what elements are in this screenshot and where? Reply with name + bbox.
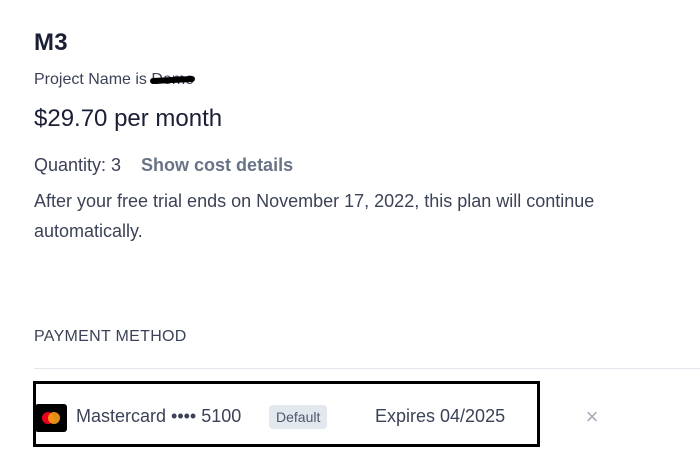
divider	[34, 368, 700, 369]
quantity-row: Quantity: 3 Show cost details	[34, 155, 293, 176]
card-label: Mastercard •••• 5100	[76, 406, 242, 426]
project-name-redacted: Demo	[151, 71, 195, 88]
payment-method-heading: PAYMENT METHOD	[34, 328, 187, 345]
plan-name: M3	[34, 29, 68, 56]
payment-method-row[interactable]: Mastercard •••• 5100 Default Expires 04/…	[33, 381, 540, 447]
close-icon[interactable]: ×	[582, 404, 602, 430]
show-cost-details-link[interactable]: Show cost details	[141, 155, 293, 176]
mastercard-icon	[35, 404, 67, 432]
plan-price: $29.70 per month	[34, 105, 223, 132]
project-line: Project Name is Demo	[34, 71, 194, 89]
card-expiry: Expires 04/2025	[375, 406, 506, 426]
trial-note: After your free trial ends on November 1…	[34, 191, 595, 241]
project-prefix: Project Name is	[34, 71, 147, 88]
default-badge: Default	[269, 405, 328, 429]
quantity-label: Quantity: 3	[34, 155, 122, 175]
